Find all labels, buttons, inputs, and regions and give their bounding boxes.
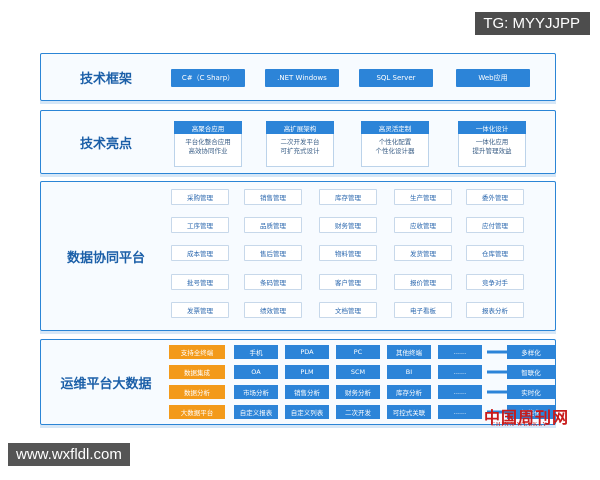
ops-item: 销售分析	[285, 385, 329, 399]
ops-platform-title: 运维平台大数据	[60, 376, 152, 392]
ops-item: PDA	[285, 345, 329, 359]
ops-item: 财务分析	[336, 385, 380, 399]
ops-item: OA	[234, 365, 278, 379]
module-item: 售后管理	[244, 245, 302, 261]
data-platform-panel: 数据协同平台 采购管理 销售管理 库存管理 生产管理 委外管理 工序管理 品质管…	[40, 181, 556, 334]
module-item: 采购管理	[171, 189, 229, 205]
watermark-top-right: TG: MYYJJPP	[475, 12, 590, 35]
ops-item: 其他终端	[387, 345, 431, 359]
module-item: 财务管理	[319, 217, 377, 233]
ops-platform-panel: 运维平台大数据 支持全终端 手机 PDA PC 其他终端 ...... 多样化 …	[40, 339, 556, 428]
ops-row-label: 数据集成	[169, 365, 225, 379]
ops-item: 二次开发	[336, 405, 380, 419]
ops-item: ......	[438, 345, 482, 359]
highlight-box: 高聚合应用 平台化整合应用 高效协同作业	[174, 121, 242, 167]
module-item: 库存管理	[319, 189, 377, 205]
module-item: 成本管理	[171, 245, 229, 261]
data-platform-title: 数据协同平台	[66, 250, 145, 266]
highlight-line: 提升管理效益	[472, 147, 512, 155]
highlight-line: 平台化整合应用	[185, 138, 231, 146]
module-item: 批号管理	[171, 274, 229, 290]
highlight-body: 一体化应用 提升管理效益	[458, 134, 526, 167]
highlight-line: 高效协同作业	[188, 147, 228, 155]
ops-item: BI	[387, 365, 431, 379]
ops-row-label: 支持全终端	[169, 345, 225, 359]
module-item: 工序管理	[171, 217, 229, 233]
ops-item: PLM	[285, 365, 329, 379]
highlight-line: 一体化应用	[475, 138, 509, 146]
ops-item: SCM	[336, 365, 380, 379]
tech-highlights-panel: 技术亮点 高聚合应用 平台化整合应用 高效协同作业 高扩展架构 二次开发平台 可…	[40, 110, 556, 177]
module-item: 条码管理	[244, 274, 302, 290]
module-item: 委外管理	[466, 189, 524, 205]
ops-item: PC	[336, 345, 380, 359]
china-weekly-subtitle: CHINA WEEKLY	[491, 422, 548, 428]
ops-item: 库存分析	[387, 385, 431, 399]
ops-item: 可控式关联	[387, 405, 431, 419]
module-item: 绩效管理	[244, 302, 302, 318]
framework-item-dotnet: .NET Windows	[265, 69, 339, 87]
highlight-box: 一体化设计 一体化应用 提升管理效益	[458, 121, 526, 167]
module-item: 报表分析	[466, 302, 524, 318]
module-item: 仓库管理	[466, 245, 524, 261]
highlight-head: 一体化设计	[458, 121, 526, 134]
module-item: 应收管理	[394, 217, 452, 233]
highlight-body: 二次开发平台 可扩充式设计	[266, 134, 334, 167]
ops-output: 智联化	[507, 365, 555, 379]
module-item: 文档管理	[319, 302, 377, 318]
highlight-box: 高扩展架构 二次开发平台 可扩充式设计	[266, 121, 334, 167]
highlight-head: 高聚合应用	[174, 121, 242, 134]
framework-item-sqlserver: SQL Server	[359, 69, 433, 87]
ops-row-label: 数据分析	[169, 385, 225, 399]
module-item: 发货管理	[394, 245, 452, 261]
highlight-line: 个性化配置	[378, 138, 412, 146]
module-item: 物料管理	[319, 245, 377, 261]
tech-framework-panel: 技术框架 C#（C Sharp） .NET Windows SQL Server…	[40, 53, 556, 104]
framework-item-csharp: C#（C Sharp）	[171, 69, 245, 87]
watermark-bottom-left: www.wxfldl.com	[8, 443, 130, 466]
module-item: 品质管理	[244, 217, 302, 233]
ops-item: 自定义列表	[285, 405, 329, 419]
ops-item: ......	[438, 405, 482, 419]
ops-item: 市场分析	[234, 385, 278, 399]
module-item: 应付管理	[466, 217, 524, 233]
highlight-head: 高扩展架构	[266, 121, 334, 134]
module-item: 发票管理	[171, 302, 229, 318]
ops-output: 多样化	[507, 345, 555, 359]
highlight-head: 高灵活定制	[361, 121, 429, 134]
highlight-box: 高灵活定制 个性化配置 个性化设计器	[361, 121, 429, 167]
framework-item-web: Web应用	[456, 69, 530, 87]
highlight-body: 个性化配置 个性化设计器	[361, 134, 429, 167]
ops-output: 实时化	[507, 385, 555, 399]
ops-item: 手机	[234, 345, 278, 359]
module-item: 电子看板	[394, 302, 452, 318]
highlight-body: 平台化整合应用 高效协同作业	[174, 134, 242, 167]
highlight-line: 二次开发平台	[280, 138, 320, 146]
module-item: 竞争对手	[466, 274, 524, 290]
module-item: 客户管理	[319, 274, 377, 290]
ops-row-label: 大数据平台	[169, 405, 225, 419]
tech-highlights-title: 技术亮点	[79, 136, 132, 152]
highlight-line: 个性化设计器	[375, 147, 415, 155]
ops-item: ......	[438, 365, 482, 379]
tech-framework-title: 技术框架	[79, 71, 132, 87]
ops-item: 自定义报表	[234, 405, 278, 419]
module-item: 报价管理	[394, 274, 452, 290]
module-item: 生产管理	[394, 189, 452, 205]
module-item: 销售管理	[244, 189, 302, 205]
highlight-line: 可扩充式设计	[280, 147, 320, 155]
ops-item: ......	[438, 385, 482, 399]
